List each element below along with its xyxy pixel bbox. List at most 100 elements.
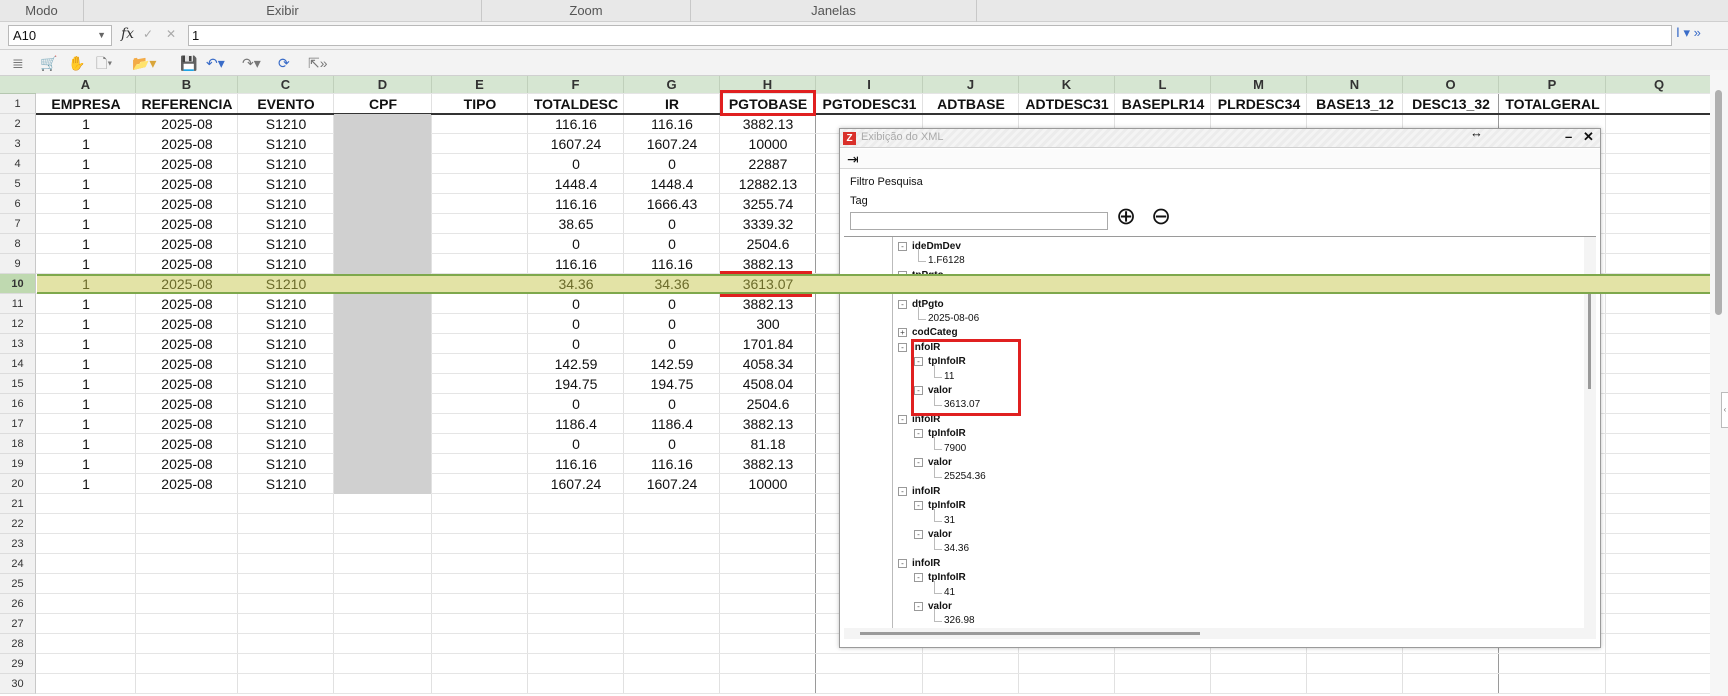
- menu-group-modo[interactable]: Modo: [0, 0, 84, 22]
- table-cell[interactable]: 0: [624, 314, 720, 334]
- row-header[interactable]: 19: [0, 454, 36, 474]
- table-cell[interactable]: 3882.13: [720, 454, 816, 474]
- table-cell[interactable]: 0: [528, 394, 624, 414]
- column-header-j[interactable]: J: [923, 76, 1019, 94]
- xml-tree-node[interactable]: valor: [928, 529, 952, 541]
- close-icon[interactable]: ✕: [1583, 129, 1594, 145]
- table-cell[interactable]: 81.18: [720, 434, 816, 454]
- xml-tree-value[interactable]: 41: [944, 587, 955, 599]
- tag-input[interactable]: [850, 212, 1108, 230]
- table-cell[interactable]: 300: [720, 314, 816, 334]
- table-cell[interactable]: 1: [36, 234, 136, 254]
- table-cell[interactable]: S1210: [238, 394, 334, 414]
- table-cell[interactable]: S1210: [238, 334, 334, 354]
- table-cell[interactable]: 3882.13: [720, 114, 816, 134]
- table-cell[interactable]: 2025-08: [136, 434, 238, 454]
- table-cell[interactable]: S1210: [238, 174, 334, 194]
- table-cell[interactable]: 1: [36, 174, 136, 194]
- table-cell[interactable]: 3339.32: [720, 214, 816, 234]
- table-cell[interactable]: 2504.6: [720, 234, 816, 254]
- formula-expand-icon[interactable]: Ⅰ ▾ »: [1676, 25, 1701, 41]
- header-cell-empresa[interactable]: EMPRESA: [36, 94, 136, 114]
- header-cell-plrdesc34[interactable]: PLRDESC34: [1211, 94, 1307, 114]
- table-cell[interactable]: 2025-08: [136, 334, 238, 354]
- table-cell[interactable]: 0: [624, 154, 720, 174]
- collapse-icon[interactable]: -: [914, 602, 923, 611]
- column-header-b[interactable]: B: [136, 76, 238, 94]
- formula-input[interactable]: 1: [188, 25, 1672, 46]
- table-cell[interactable]: 116.16: [624, 454, 720, 474]
- table-cell[interactable]: 116.16: [624, 114, 720, 134]
- table-cell[interactable]: 3255.74: [720, 194, 816, 214]
- xml-tree-value[interactable]: 2025-08-06: [928, 313, 979, 325]
- row-header[interactable]: 25: [0, 574, 36, 594]
- table-cell[interactable]: 0: [624, 434, 720, 454]
- table-cell[interactable]: 1: [36, 134, 136, 154]
- column-header-p[interactable]: P: [1499, 76, 1606, 94]
- xml-tree-node[interactable]: infoIR: [912, 558, 940, 570]
- xml-tree-value[interactable]: 326.98: [944, 615, 975, 627]
- header-cell-pgtodesc31[interactable]: PGTODESC31: [816, 94, 923, 114]
- table-cell[interactable]: 1448.4: [624, 174, 720, 194]
- row-header[interactable]: 2: [0, 114, 36, 134]
- table-cell[interactable]: S1210: [238, 234, 334, 254]
- row-header[interactable]: 5: [0, 174, 36, 194]
- collapse-icon[interactable]: -: [898, 558, 907, 568]
- xml-tree-node[interactable]: dtPgto: [912, 299, 944, 311]
- column-header-e[interactable]: E: [432, 76, 528, 94]
- table-cell[interactable]: S1210: [238, 374, 334, 394]
- row-header[interactable]: 17: [0, 414, 36, 434]
- collapse-icon[interactable]: -: [914, 573, 923, 583]
- table-cell[interactable]: S1210: [238, 474, 334, 494]
- table-cell[interactable]: 1186.4: [528, 414, 624, 434]
- table-cell[interactable]: 1: [36, 214, 136, 234]
- xml-tree-value[interactable]: 34.36: [944, 543, 969, 555]
- table-cell[interactable]: S1210: [238, 154, 334, 174]
- cancel-icon[interactable]: ✕: [166, 27, 176, 41]
- column-header-d[interactable]: D: [334, 76, 432, 94]
- collapse-icon[interactable]: -: [898, 342, 907, 352]
- table-cell[interactable]: 0: [528, 154, 624, 174]
- header-cell-cpf[interactable]: CPF: [334, 94, 432, 114]
- column-header-f[interactable]: F: [528, 76, 624, 94]
- menu-group-zoom[interactable]: Zoom: [482, 0, 691, 22]
- row-header[interactable]: 9: [0, 254, 36, 274]
- xml-tree-value[interactable]: 31: [944, 515, 955, 527]
- table-cell[interactable]: 12882.13: [720, 174, 816, 194]
- table-cell[interactable]: 1: [36, 154, 136, 174]
- row-header[interactable]: 18: [0, 434, 36, 454]
- dialog-title-bar[interactable]: Z Exibição do XML ↔ – ✕: [840, 125, 1600, 148]
- vertical-scroll-thumb[interactable]: [1715, 90, 1722, 315]
- xml-tree-value[interactable]: 1.F6128: [928, 255, 965, 267]
- table-cell[interactable]: 1: [36, 434, 136, 454]
- table-cell[interactable]: 2025-08: [136, 174, 238, 194]
- table-cell[interactable]: 2025-08: [136, 414, 238, 434]
- table-cell[interactable]: 1701.84: [720, 334, 816, 354]
- table-cell[interactable]: 1: [36, 114, 136, 134]
- resize-icon[interactable]: ↔: [1470, 125, 1483, 140]
- undo-icon[interactable]: ↶▾: [206, 54, 225, 72]
- row-header[interactable]: 23: [0, 534, 36, 554]
- function-icon[interactable]: fx: [121, 26, 134, 42]
- header-cell-totaldesc[interactable]: TOTALDESC: [528, 94, 624, 114]
- table-cell[interactable]: 1607.24: [624, 474, 720, 494]
- row-header[interactable]: 6: [0, 194, 36, 214]
- vertical-scrollbar[interactable]: [1710, 70, 1728, 696]
- table-cell[interactable]: 34.36: [528, 274, 624, 294]
- table-cell[interactable]: 1: [36, 294, 136, 314]
- table-cell[interactable]: 2025-08: [136, 254, 238, 274]
- table-cell[interactable]: 0: [624, 234, 720, 254]
- row-header[interactable]: 1: [0, 94, 36, 114]
- table-cell[interactable]: 1: [36, 354, 136, 374]
- row-header[interactable]: 11: [0, 294, 36, 314]
- header-cell-totalgeral[interactable]: TOTALGERAL: [1499, 94, 1606, 114]
- column-header-a[interactable]: A: [36, 76, 136, 94]
- menu-group-exibir[interactable]: Exibir: [84, 0, 482, 22]
- table-cell[interactable]: S1210: [238, 254, 334, 274]
- table-cell[interactable]: 1: [36, 374, 136, 394]
- table-cell[interactable]: 10000: [720, 474, 816, 494]
- hand-icon[interactable]: ✋: [68, 54, 85, 72]
- save-icon[interactable]: 💾: [180, 54, 197, 72]
- table-cell[interactable]: 1666.43: [624, 194, 720, 214]
- header-cell-adtdesc31[interactable]: ADTDESC31: [1019, 94, 1115, 114]
